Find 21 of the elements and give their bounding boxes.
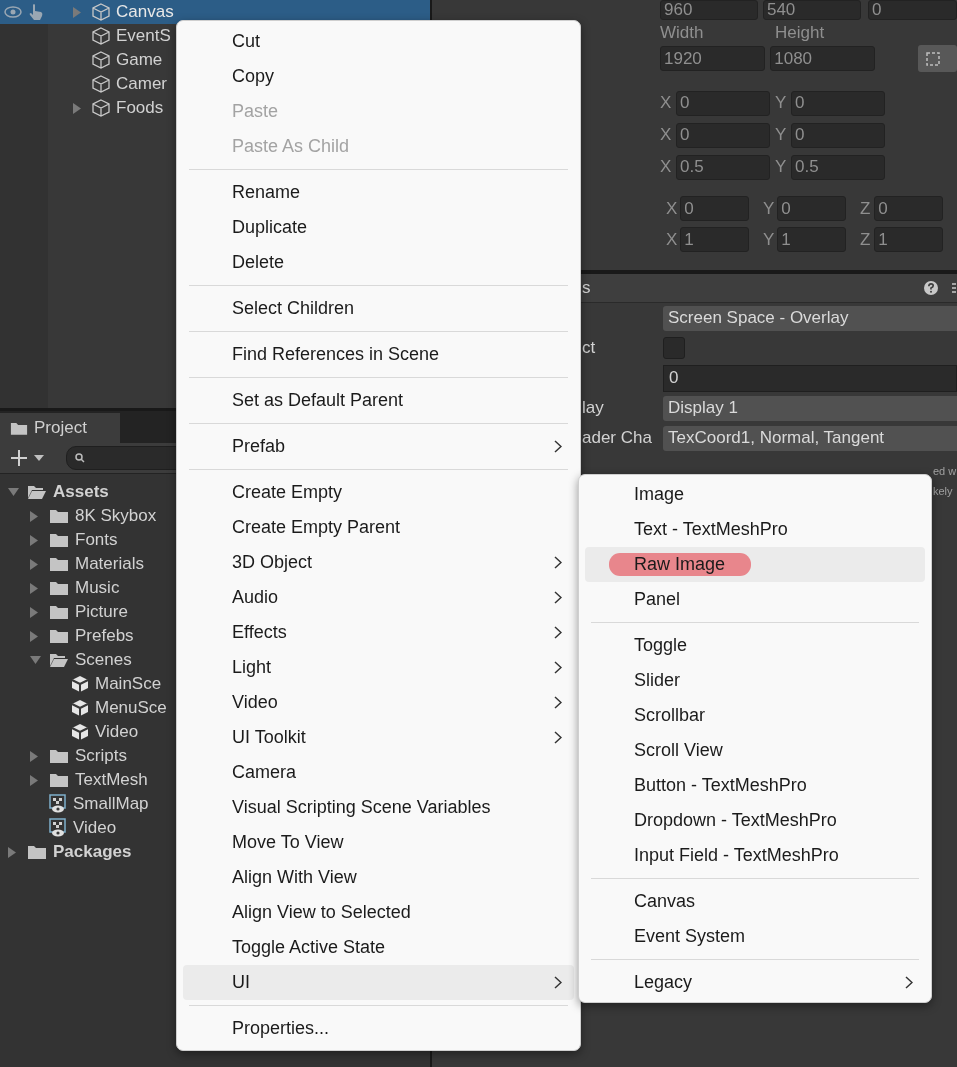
help-text: kely — [933, 484, 954, 499]
component-title: s — [582, 278, 591, 298]
axis-label: Y — [775, 93, 788, 113]
axis-label: Z — [860, 229, 872, 250]
help-text: ed w — [933, 464, 957, 479]
field-label: Width — [660, 22, 705, 43]
property-label: ct — [582, 338, 596, 357]
axis-label: Z — [860, 198, 872, 219]
property-label: lay — [582, 398, 604, 417]
axis-label: X — [660, 125, 673, 145]
axis-label: X — [666, 229, 679, 250]
axis-label: X — [660, 157, 673, 177]
field-label: Height — [775, 22, 826, 43]
highlighted-label: Raw Image — [609, 553, 752, 576]
property-label: ader Cha — [582, 428, 652, 447]
axis-label: Y — [763, 229, 776, 250]
axis-label: X — [666, 198, 679, 219]
axis-label: Y — [775, 157, 788, 177]
axis-label: Y — [775, 125, 788, 145]
axis-label: Y — [763, 198, 776, 219]
axis-label: X — [660, 93, 673, 113]
